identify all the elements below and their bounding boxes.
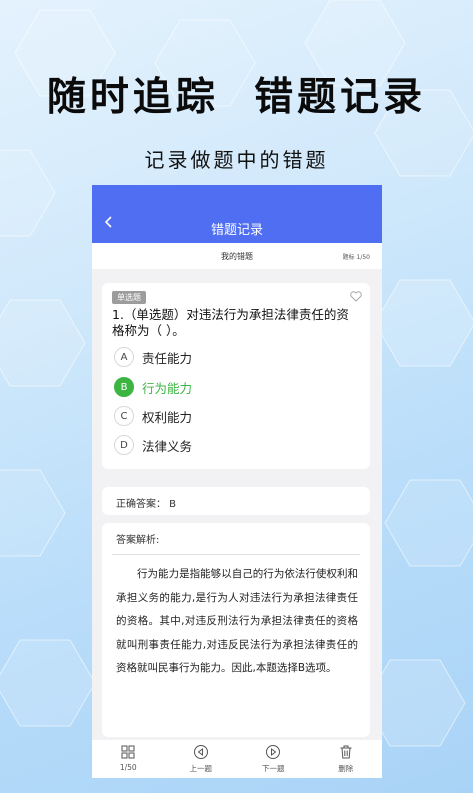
option-letter: D [114,435,134,455]
question-list-button[interactable]: 1/50 [92,740,165,778]
option-b[interactable]: B 行为能力 [114,375,192,399]
analysis-title: 答案解析: [116,535,160,546]
headline: 随时追踪 错题记录 [46,75,427,120]
option-label: 权利能力 [142,409,193,425]
option-label: 行为能力 [142,380,193,396]
option-c[interactable]: C 权利能力 [114,404,192,428]
question-card: 单选题 1.（单选题）对违法行为承担法律责任的资格称为（ ）。 A 责任能力 B… [102,283,370,469]
subheadline: 记录做题中的错题 [144,148,329,172]
trash-icon [340,745,352,759]
prev-icon [193,745,208,759]
heart-icon[interactable] [350,291,362,302]
correct-answer-text: 正确答案： B [116,499,177,510]
tab-label: 删除 [338,764,354,773]
next-icon [266,745,281,759]
grid-icon [121,745,135,759]
analysis-card: 答案解析: 行为能力是指能够以自己的行为依法行使权利和承担义务的能力,是行为人对… [102,523,370,737]
sub-header-title: 我的错题 [221,252,253,261]
option-letter: A [114,347,134,367]
divider [112,554,360,555]
analysis-text: 行为能力是指能够以自己的行为依法行使权利和承担义务的能力,是行为人对违法行为承担… [116,568,358,674]
question-counter: 题标 1/50 [342,254,370,261]
bottom-toolbar: 1/50 上一题 下一题 删除 [92,740,382,778]
option-letter: C [114,406,134,426]
prev-question-button[interactable]: 上一题 [165,740,238,778]
option-letter: B [114,377,134,397]
tab-label: 1/50 [119,763,137,772]
option-label: 法律义务 [142,438,193,454]
tab-label: 上一题 [189,764,213,773]
nav-bar: 错题记录 [92,185,382,243]
option-label: 责任能力 [142,350,193,366]
nav-title: 错题记录 [210,223,263,238]
option-d[interactable]: D 法律义务 [114,433,192,457]
question-text: 1.（单选题）对违法行为承担法律责任的资格称为（ ）。 [112,307,349,338]
tab-label: 下一题 [262,764,285,773]
correct-answer-card: 正确答案： B [102,487,370,515]
next-question-button[interactable]: 下一题 [237,740,310,778]
phone-screen: 错题记录 我的错题 题标 1/50 单选题 1.（单选题）对违法行为承担法律责任… [92,185,382,778]
sub-header: 我的错题 题标 1/50 [92,243,382,269]
option-a[interactable]: A 责任能力 [114,345,192,369]
delete-button[interactable]: 删除 [310,740,383,778]
question-type-tag: 单选题 [112,291,146,304]
